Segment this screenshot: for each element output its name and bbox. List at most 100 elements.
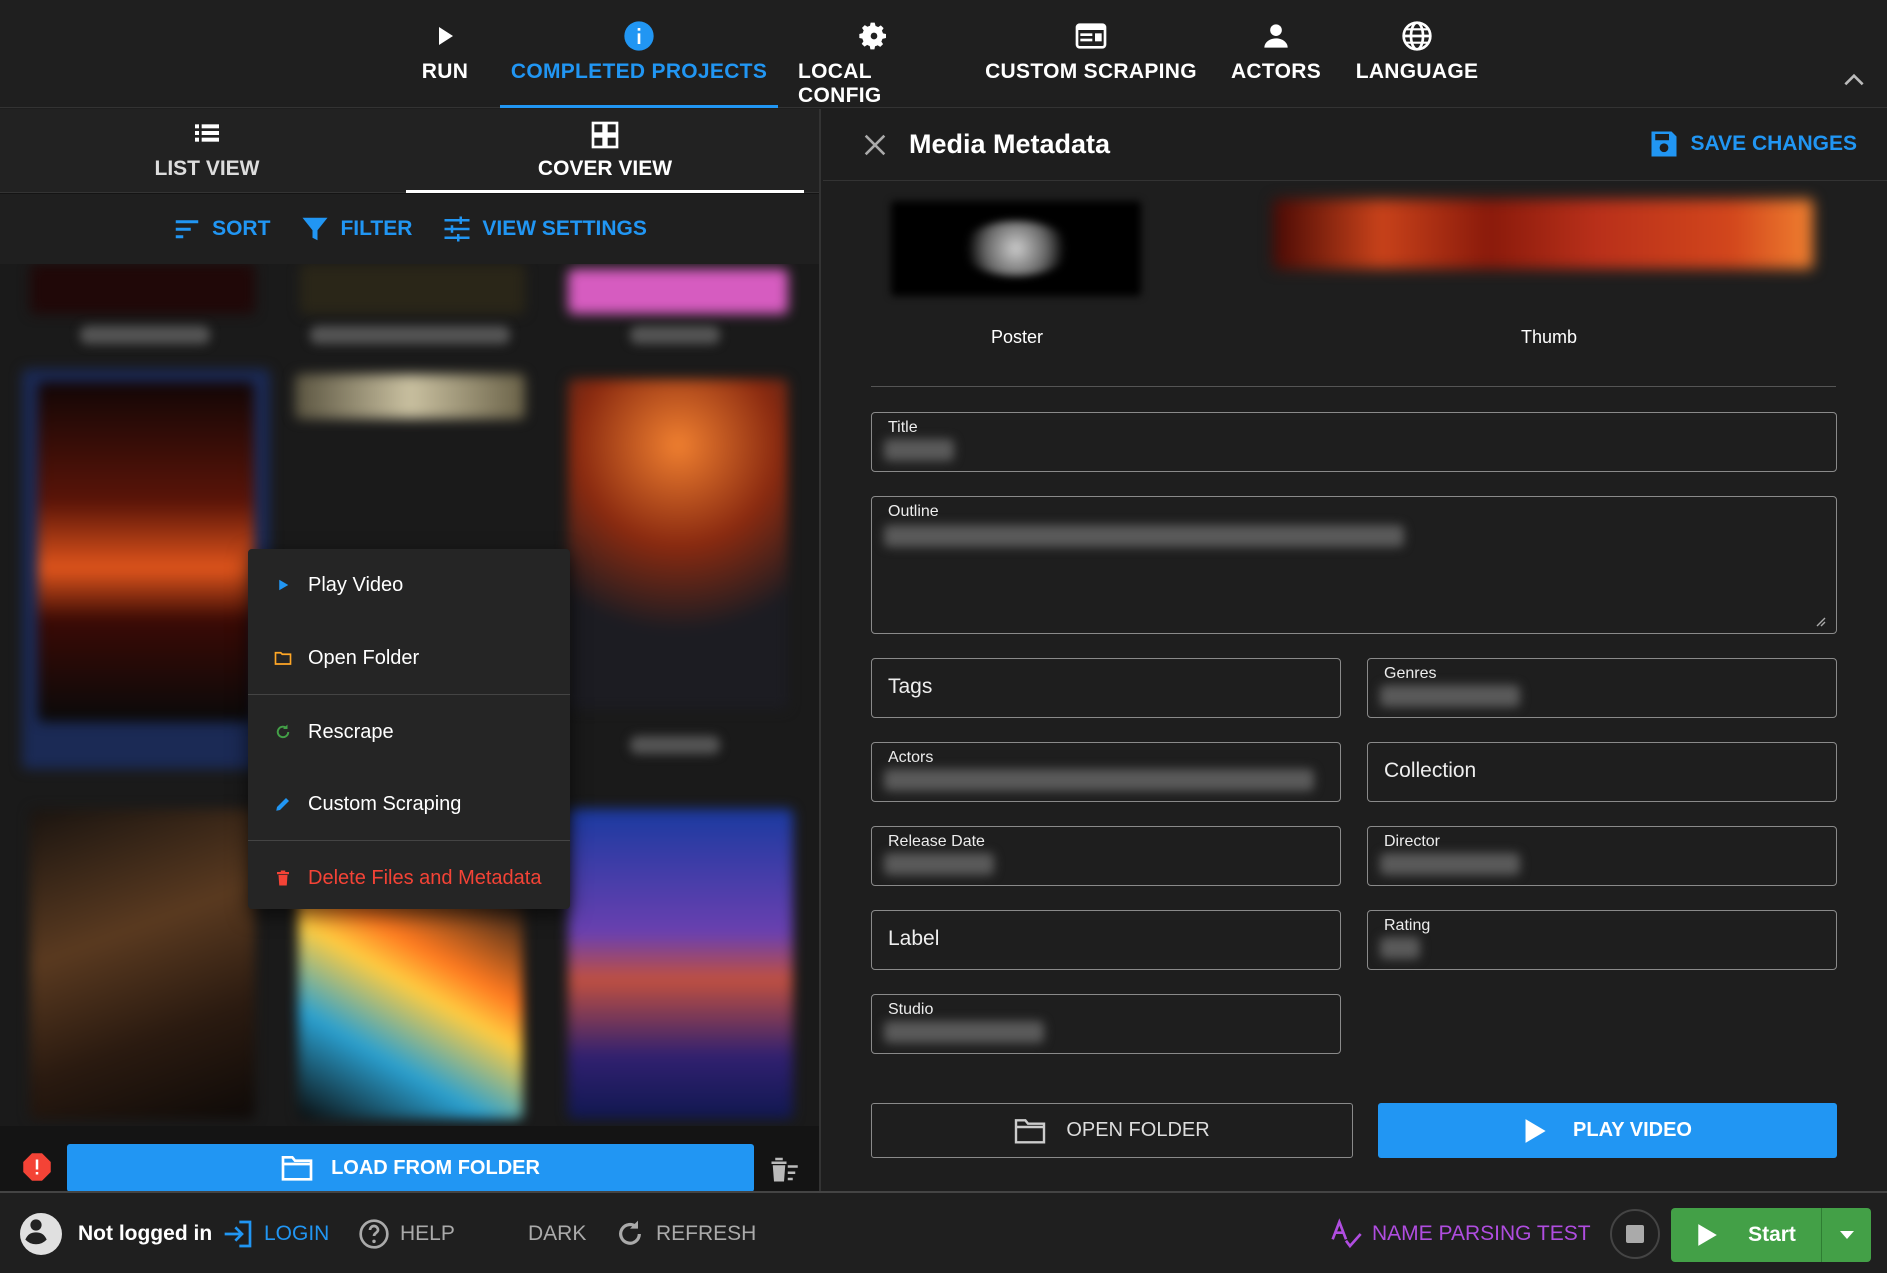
field-value [884, 439, 954, 461]
tab-local-config[interactable]: LOCAL CONFIG [798, 0, 950, 108]
menu-item-rescrape[interactable]: Rescrape [248, 696, 570, 768]
field-label: Studio [888, 1001, 934, 1018]
menu-divider [248, 694, 570, 695]
globe-icon [1401, 20, 1433, 52]
start-button[interactable]: Start [1671, 1208, 1821, 1262]
error-icon[interactable] [22, 1152, 52, 1182]
cover-item[interactable] [568, 269, 788, 314]
label-field[interactable]: Label [871, 910, 1341, 970]
tab-label: ACTORS [1230, 60, 1322, 83]
poster-image[interactable] [891, 201, 1141, 296]
tab-cover-view[interactable]: COVER VIEW [406, 109, 804, 193]
menu-item-open-folder[interactable]: Open Folder [248, 622, 570, 694]
dark-mode-button[interactable]: DARK [486, 1193, 586, 1273]
outline-field[interactable]: Outline [871, 496, 1837, 634]
tab-custom-scraping[interactable]: CUSTOM SCRAPING [970, 0, 1212, 108]
tab-completed-projects[interactable]: COMPLETED PROJECTS [500, 0, 778, 108]
open-folder-button[interactable]: OPEN FOLDER [871, 1103, 1353, 1158]
studio-field[interactable]: Studio [871, 994, 1341, 1054]
play-icon [1698, 1224, 1717, 1246]
refresh-label: REFRESH [656, 1222, 757, 1245]
pencil-icon [276, 798, 289, 811]
cover-item[interactable] [300, 264, 525, 314]
cover-item[interactable] [568, 379, 788, 709]
chevron-up-icon[interactable] [1841, 70, 1867, 90]
thumb-image[interactable] [1273, 199, 1813, 269]
cover-item[interactable] [30, 809, 255, 1119]
field-label: Actors [888, 749, 934, 766]
login-button[interactable]: LOGIN [222, 1193, 329, 1273]
menu-item-play-video[interactable]: Play Video [248, 549, 570, 621]
view-settings-button[interactable]: VIEW SETTINGS [442, 214, 647, 244]
cover-item[interactable] [295, 374, 525, 419]
clear-list-icon[interactable] [767, 1154, 801, 1184]
actors-field[interactable]: Actors [871, 742, 1341, 802]
name-parsing-test-button[interactable]: NAME PARSING TEST [1330, 1193, 1591, 1273]
cover-caption [80, 326, 210, 344]
play-icon [1525, 1118, 1546, 1143]
menu-item-delete[interactable]: Delete Files and Metadata [248, 842, 570, 914]
name-parsing-test-label: NAME PARSING TEST [1372, 1222, 1591, 1245]
field-label: Tags [888, 675, 933, 698]
field-label: Outline [888, 503, 939, 520]
menu-divider [248, 840, 570, 841]
field-label: Title [888, 419, 918, 436]
tags-field[interactable]: Tags [871, 658, 1341, 718]
cover-item[interactable] [30, 264, 255, 314]
refresh-icon [619, 1220, 641, 1245]
tab-label: CUSTOM SCRAPING [985, 60, 1197, 83]
title-field[interactable]: Title [871, 412, 1837, 472]
load-bar: LOAD FROM FOLDER [0, 1126, 819, 1192]
play-video-label: PLAY VIDEO [1573, 1119, 1692, 1141]
tune-icon [444, 216, 470, 242]
close-icon[interactable] [861, 131, 889, 159]
media-metadata-panel: Media Metadata SAVE CHANGES Poster Thumb… [823, 109, 1887, 1191]
view-tab-label: COVER VIEW [537, 157, 673, 180]
spellcheck-icon [1331, 1218, 1362, 1249]
cover-caption [630, 736, 720, 754]
top-navigation: RUN COMPLETED PROJECTS LOCAL CONFIG CUST… [0, 0, 1887, 108]
start-dropdown-button[interactable] [1821, 1208, 1871, 1262]
collection-field[interactable]: Collection [1367, 742, 1837, 802]
stop-button[interactable] [1610, 1209, 1660, 1259]
tab-language[interactable]: LANGUAGE [1356, 0, 1478, 108]
cover-item[interactable] [568, 809, 793, 1119]
help-button[interactable]: HELP [358, 1193, 455, 1273]
rating-field[interactable]: Rating [1367, 910, 1837, 970]
cover-item[interactable] [38, 382, 254, 722]
cover-caption [310, 326, 510, 344]
filter-label: FILTER [340, 217, 413, 240]
tab-run[interactable]: RUN [410, 0, 480, 108]
load-from-folder-button[interactable]: LOAD FROM FOLDER [67, 1144, 754, 1192]
cover-toolbar: SORT FILTER VIEW SETTINGS [0, 194, 819, 264]
play-video-button[interactable]: PLAY VIDEO [1378, 1103, 1837, 1158]
release-date-field[interactable]: Release Date [871, 826, 1341, 886]
completed-projects-panel: LIST VIEW COVER VIEW SORT FILTER VIEW SE… [0, 109, 821, 1192]
help-icon [359, 1219, 389, 1249]
director-field[interactable]: Director [1367, 826, 1837, 886]
tab-list-view[interactable]: LIST VIEW [8, 109, 406, 193]
save-changes-button[interactable]: SAVE CHANGES [1649, 129, 1857, 159]
play-icon [279, 579, 289, 591]
genres-field[interactable]: Genres [1367, 658, 1837, 718]
filter-icon [302, 217, 328, 241]
dark-label: DARK [528, 1222, 587, 1245]
refresh-button[interactable]: REFRESH [614, 1193, 756, 1273]
tab-label: LOCAL CONFIG [798, 60, 882, 107]
view-tab-label: LIST VIEW [154, 157, 260, 180]
field-label: Genres [1384, 665, 1437, 682]
login-label: LOGIN [264, 1222, 330, 1245]
login-status-text: Not logged in [78, 1222, 213, 1245]
divider [871, 386, 1836, 387]
field-value [1380, 685, 1520, 707]
folder-icon [1015, 1118, 1046, 1144]
resize-handle-icon[interactable] [1814, 615, 1826, 627]
field-label: Director [1384, 833, 1441, 850]
sort-button[interactable]: SORT [172, 214, 270, 244]
menu-item-label: Rescrape [308, 720, 394, 743]
tab-actors[interactable]: ACTORS [1230, 0, 1322, 108]
menu-item-custom-scraping[interactable]: Custom Scraping [248, 768, 570, 840]
view-tabs: LIST VIEW COVER VIEW [0, 109, 819, 193]
load-from-folder-label: LOAD FROM FOLDER [331, 1156, 540, 1179]
filter-button[interactable]: FILTER [300, 214, 412, 244]
